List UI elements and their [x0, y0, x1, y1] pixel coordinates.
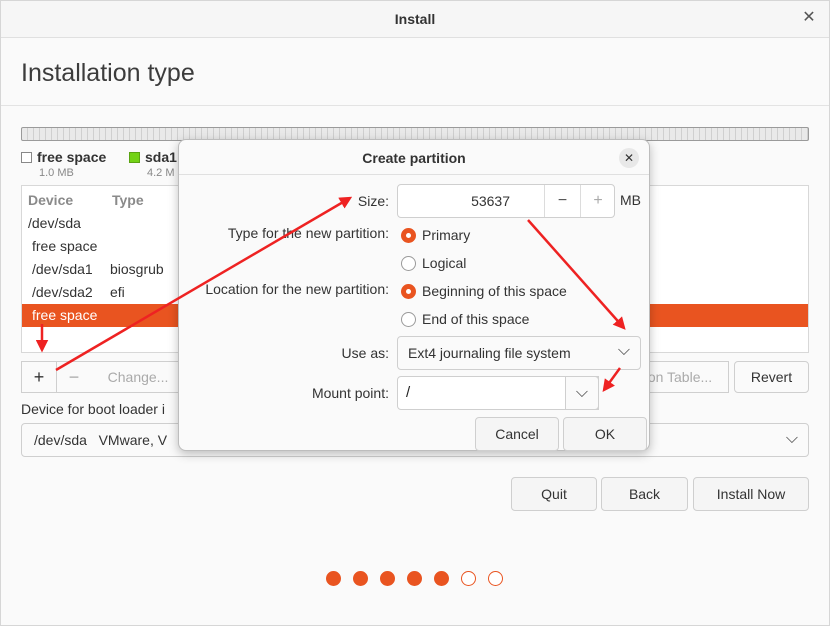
radio-end[interactable]: End of this space	[401, 311, 529, 327]
progress-dot	[461, 571, 476, 586]
use-as-select[interactable]: Ext4 journaling file system ⌵	[397, 336, 641, 370]
progress-dot	[488, 571, 503, 586]
use-as-label: Use as:	[341, 345, 389, 361]
add-partition-button[interactable]: +	[21, 361, 57, 393]
radio-unchecked-icon	[401, 312, 416, 327]
legend-free-space: free space 1.0 MB	[21, 149, 106, 179]
progress-dot	[326, 571, 341, 586]
install-now-button[interactable]: Install Now	[693, 477, 809, 511]
change-partition-button[interactable]: Change...	[91, 361, 186, 393]
partition-type-label: Type for the new partition:	[227, 225, 389, 241]
ok-button[interactable]: OK	[563, 417, 647, 451]
legend-swatch-icon	[21, 152, 32, 163]
chevron-down-icon: ⌵	[617, 342, 630, 359]
remove-partition-button[interactable]: −	[56, 361, 92, 393]
radio-primary[interactable]: Primary	[401, 227, 470, 243]
size-unit: MB	[620, 192, 641, 208]
dialog-title: Create partition	[362, 150, 466, 166]
window-title: Install	[394, 11, 436, 27]
mount-point-label: Mount point:	[311, 385, 389, 401]
column-header-device[interactable]: Device	[28, 192, 73, 208]
decrease-button[interactable]: −	[544, 185, 580, 217]
radio-beginning[interactable]: Beginning of this space	[401, 283, 567, 299]
legend-swatch-icon	[129, 152, 140, 163]
title-bar: Install ✕	[1, 1, 829, 38]
partition-location-label: Location for the new partition:	[205, 281, 389, 297]
header-divider	[1, 105, 829, 106]
revert-button[interactable]: Revert	[734, 361, 809, 393]
chevron-down-icon: ⌵	[785, 430, 798, 447]
progress-dot	[434, 571, 449, 586]
progress-dot	[353, 571, 368, 586]
radio-checked-icon	[401, 284, 416, 299]
back-button[interactable]: Back	[601, 477, 688, 511]
size-spinbox[interactable]: 53637 − +	[397, 184, 615, 218]
page-title: Installation type	[21, 59, 195, 87]
dialog-divider	[179, 174, 649, 175]
progress-dot	[407, 571, 422, 586]
close-icon[interactable]: ✕	[619, 148, 639, 168]
size-label: Size:	[357, 193, 389, 209]
radio-unchecked-icon	[401, 256, 416, 271]
cancel-button[interactable]: Cancel	[475, 417, 559, 451]
bootloader-label: Device for boot loader i	[21, 401, 165, 417]
legend-sda1: sda1 4.2 M	[129, 149, 177, 179]
column-header-type[interactable]: Type	[112, 192, 144, 208]
quit-button[interactable]: Quit	[511, 477, 597, 511]
increase-button[interactable]: +	[580, 185, 615, 217]
size-value: 53637	[471, 193, 510, 209]
radio-logical[interactable]: Logical	[401, 255, 466, 271]
create-partition-dialog: Create partition ✕ Size: 53637 − + MB Ty…	[178, 139, 650, 451]
radio-checked-icon	[401, 228, 416, 243]
chevron-down-icon[interactable]: ⌵	[565, 376, 599, 410]
close-icon[interactable]: ✕	[801, 10, 817, 26]
progress-dot	[380, 571, 395, 586]
